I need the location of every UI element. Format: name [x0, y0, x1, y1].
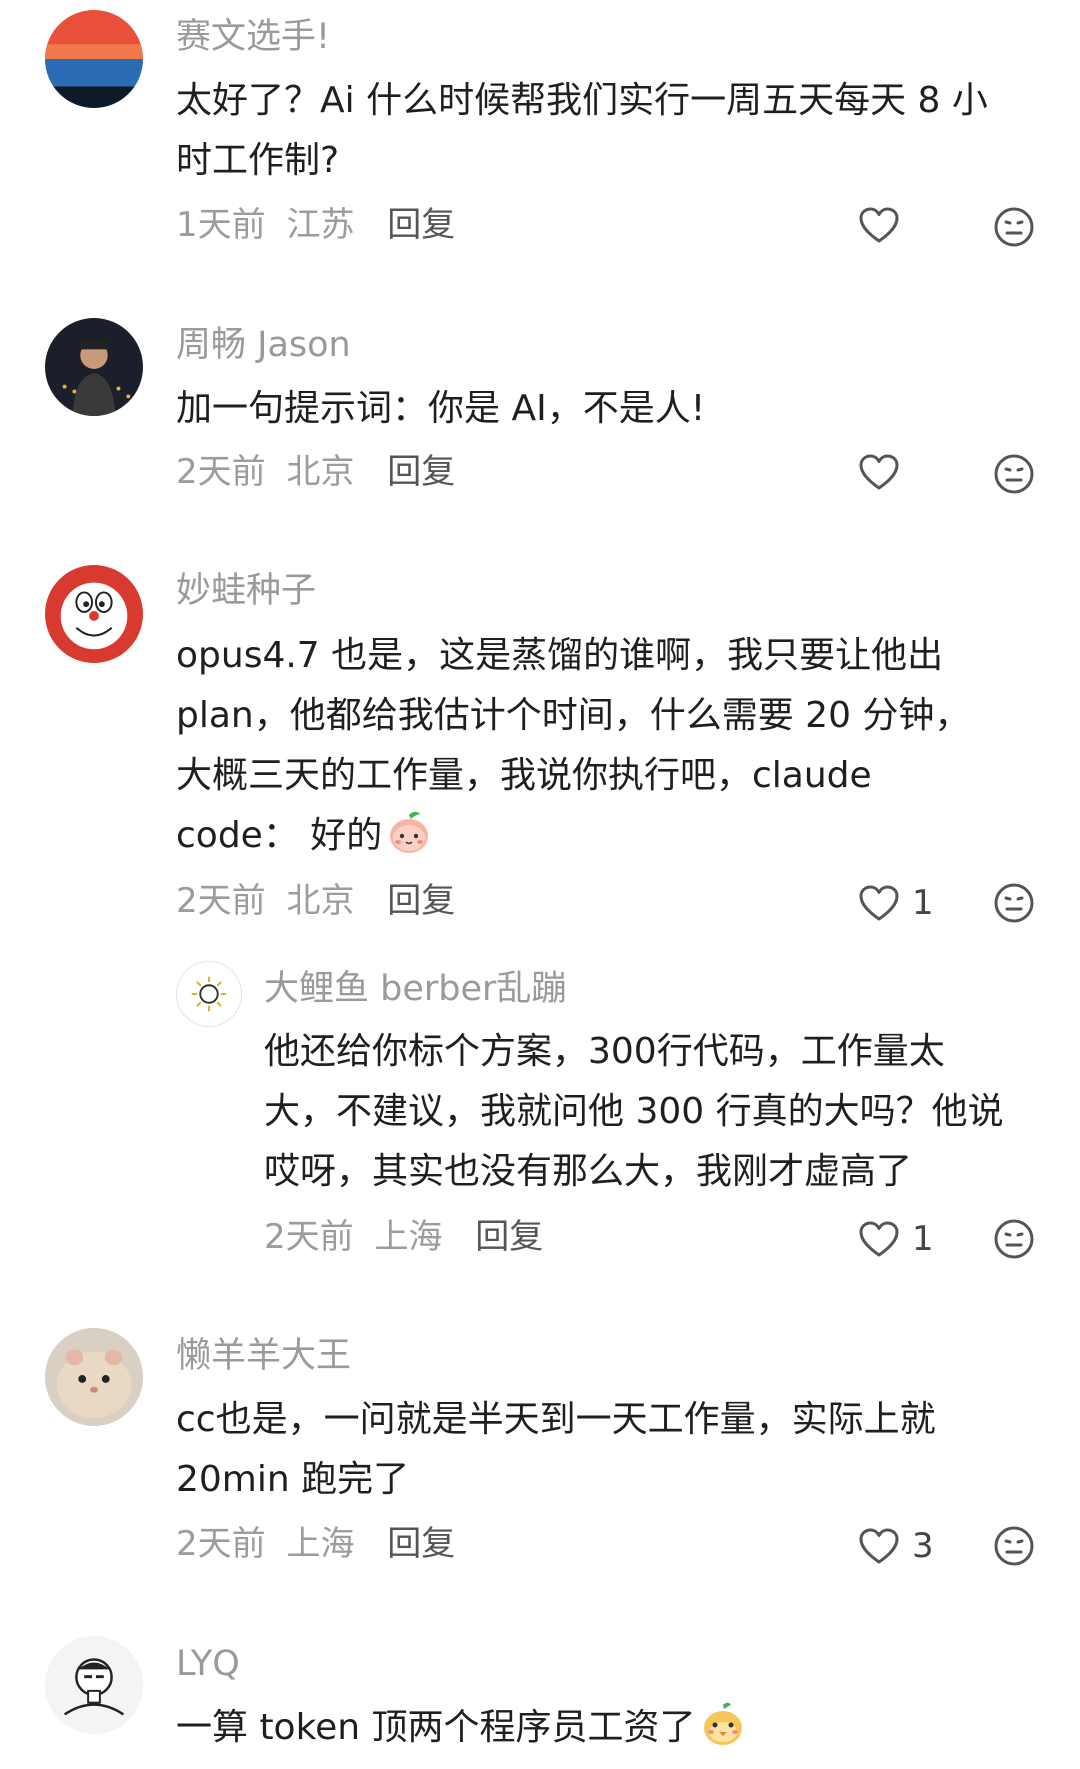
comment-text-body: 一算 token 顶两个程序员工资了	[176, 1707, 696, 1748]
neutral-face-icon	[994, 1526, 1034, 1566]
avatar[interactable]	[176, 961, 242, 1027]
comment-time: 1天前	[176, 205, 266, 245]
username[interactable]: 妙蛙种子	[176, 574, 316, 609]
comment-location: 北京	[286, 881, 355, 921]
neutral-face-icon	[994, 454, 1034, 494]
like-button[interactable]: 1	[858, 1220, 934, 1258]
username[interactable]: 大鲤鱼 berber乱蹦	[264, 972, 566, 1007]
heart-outline-icon	[858, 1527, 900, 1565]
username[interactable]: 周畅 Jason	[176, 328, 351, 363]
neutral-face-icon	[994, 1219, 1034, 1259]
dislike-button[interactable]	[993, 453, 1035, 495]
like-count: 1	[912, 883, 934, 923]
comment-time: 2天前	[176, 881, 266, 921]
avatar[interactable]	[45, 1636, 143, 1734]
avatar[interactable]	[45, 1328, 143, 1426]
like-count: 1	[912, 1219, 934, 1259]
reply-button[interactable]: 回复	[387, 1527, 455, 1561]
like-count: 3	[912, 1526, 934, 1566]
comment-text-body: opus4.7 也是，这是蒸馏的谁啊，我只要让他出 plan，他都给我估计个时间…	[176, 635, 971, 856]
comment-location: 上海	[374, 1217, 443, 1257]
heart-outline-icon	[858, 453, 900, 491]
reply-button[interactable]: 回复	[387, 455, 455, 489]
username[interactable]: 赛文选手!	[176, 20, 330, 55]
neutral-face-icon	[994, 207, 1034, 247]
comment-text: 他还给你标个方案，300行代码，工作量太 大，不建议，我就问他 300 行真的大…	[264, 1031, 1004, 1192]
dislike-button[interactable]	[993, 882, 1035, 924]
dislike-button[interactable]	[993, 206, 1035, 248]
comment-text: opus4.7 也是，这是蒸馏的谁啊，我只要让他出 plan，他都给我估计个时间…	[176, 626, 970, 866]
avatar[interactable]	[45, 565, 143, 663]
heart-outline-icon	[858, 1220, 900, 1258]
like-button[interactable]	[858, 453, 912, 491]
sun-icon	[191, 976, 227, 1012]
chick-face-emoji-icon	[700, 1701, 746, 1747]
like-button[interactable]: 1	[858, 884, 934, 922]
comment-location: 江苏	[286, 205, 355, 245]
reply-button[interactable]: 回复	[387, 208, 455, 242]
comment-meta: 2天前 上海 回复	[176, 1527, 455, 1561]
comment-text: 加一句提示词：你是 AI，不是人!	[176, 388, 706, 429]
heart-outline-icon	[858, 206, 900, 244]
comment-location: 上海	[286, 1524, 355, 1564]
comment-meta: 2天前 北京 回复	[176, 455, 455, 489]
comment-text: cc也是，一问就是半天到一天工作量，实际上就 20min 跑完了	[176, 1399, 936, 1500]
neutral-face-icon	[994, 883, 1034, 923]
dislike-button[interactable]	[993, 1525, 1035, 1567]
dislike-button[interactable]	[993, 1218, 1035, 1260]
peach-face-emoji-icon	[386, 809, 432, 855]
username[interactable]: LYQ	[176, 1647, 240, 1682]
comment-location: 北京	[286, 452, 355, 492]
comment-time: 2天前	[264, 1217, 354, 1257]
comment-text: 太好了？Ai 什么时候帮我们实行一周五天每天 8 小 时工作制?	[176, 80, 988, 181]
comment-time: 2天前	[176, 452, 266, 492]
like-button[interactable]	[858, 206, 912, 244]
reply-button[interactable]: 回复	[387, 884, 455, 918]
reply-button[interactable]: 回复	[475, 1220, 543, 1254]
avatar[interactable]	[45, 318, 143, 416]
comment-meta: 2天前 上海 回复	[264, 1220, 543, 1254]
comment-meta: 2天前 北京 回复	[176, 884, 455, 918]
heart-outline-icon	[858, 884, 900, 922]
like-button[interactable]: 3	[858, 1527, 934, 1565]
comment-time: 2天前	[176, 1524, 266, 1564]
comment-meta: 1天前 江苏 回复	[176, 208, 455, 242]
username[interactable]: 懒羊羊大王	[176, 1339, 351, 1374]
avatar[interactable]	[45, 10, 143, 108]
comment-text: 一算 token 顶两个程序员工资了	[176, 1698, 746, 1758]
